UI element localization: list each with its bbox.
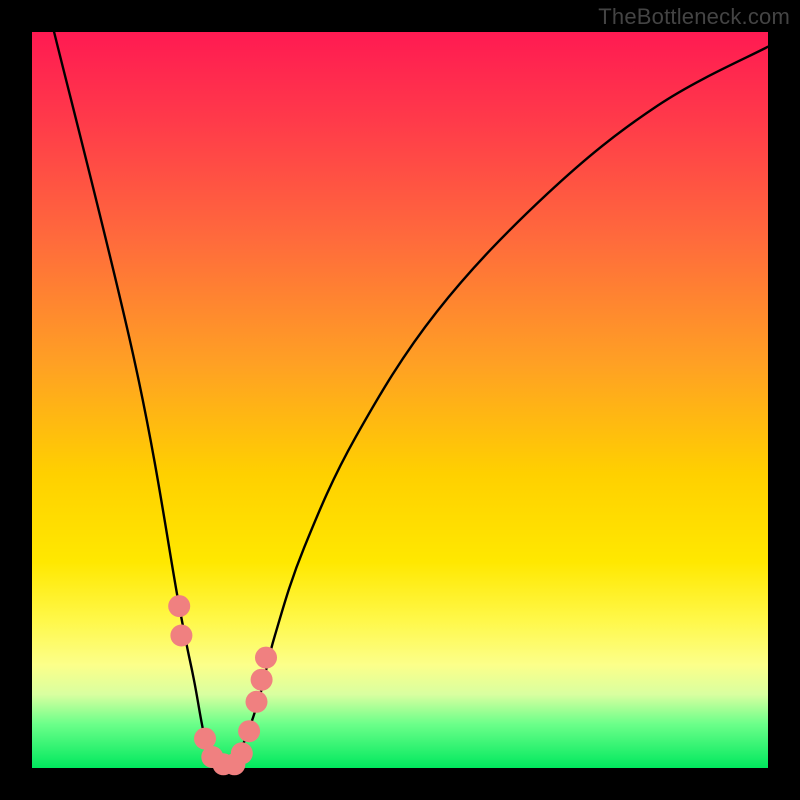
chart-stage: TheBottleneck.com: [0, 0, 800, 800]
highlight-dot: [170, 625, 192, 647]
chart-svg: [32, 32, 768, 768]
bottleneck-curve: [54, 32, 768, 772]
highlight-dot: [255, 647, 277, 669]
highlight-dot: [238, 720, 260, 742]
highlight-dot: [231, 742, 253, 764]
plot-area: [32, 32, 768, 768]
highlight-dots: [168, 595, 277, 775]
highlight-dot: [246, 691, 268, 713]
watermark-text: TheBottleneck.com: [598, 4, 790, 30]
highlight-dot: [168, 595, 190, 617]
highlight-dot: [251, 669, 273, 691]
